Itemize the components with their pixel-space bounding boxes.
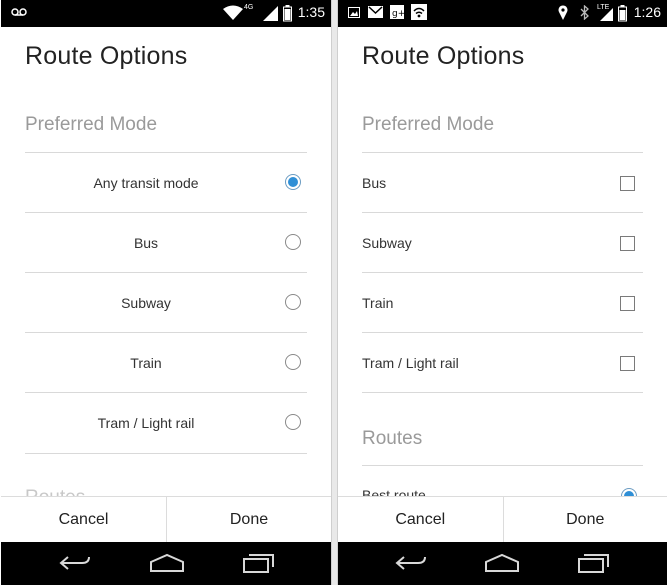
back-icon[interactable] bbox=[58, 553, 92, 573]
screen-separator bbox=[331, 0, 338, 585]
svg-text:g+: g+ bbox=[392, 9, 404, 19]
home-icon[interactable] bbox=[149, 553, 185, 573]
mode-label: Subway bbox=[362, 235, 412, 251]
radio-button[interactable] bbox=[285, 414, 301, 430]
done-button[interactable]: Done bbox=[502, 497, 667, 542]
divider bbox=[362, 392, 643, 393]
checkbox[interactable] bbox=[620, 296, 635, 311]
wifi-icon bbox=[411, 4, 427, 20]
mode-option-tram[interactable]: Tram / Light rail bbox=[25, 393, 307, 453]
mode-option-train[interactable]: Train bbox=[25, 333, 307, 393]
action-bar: Cancel Done bbox=[338, 496, 667, 542]
route-options-panel: Route Options Preferred Mode Any transit… bbox=[1, 27, 331, 542]
recent-apps-icon[interactable] bbox=[578, 553, 610, 573]
cell-signal-icon bbox=[600, 8, 613, 21]
voicemail-icon bbox=[11, 8, 27, 16]
preferred-mode-header: Preferred Mode bbox=[362, 114, 495, 135]
clock: 1:26 bbox=[633, 4, 661, 20]
action-bar: Cancel Done bbox=[1, 496, 331, 542]
radio-button[interactable] bbox=[285, 234, 301, 250]
wifi-icon bbox=[223, 5, 243, 20]
divider bbox=[25, 453, 307, 454]
mode-label: Tram / Light rail bbox=[97, 415, 195, 431]
preferred-mode-header: Preferred Mode bbox=[25, 114, 158, 135]
cancel-button[interactable]: Cancel bbox=[1, 497, 166, 542]
navigation-bar bbox=[1, 542, 331, 585]
screen-left: 4G 1:35 Route Options Preferred Mode Any… bbox=[1, 0, 331, 585]
screen-right: g+ LTE 1:26 Route Options Preferred Mode bbox=[338, 0, 667, 585]
checkbox[interactable] bbox=[620, 236, 635, 251]
page-title: Route Options bbox=[25, 42, 188, 70]
radio-button[interactable] bbox=[285, 174, 301, 190]
done-button[interactable]: Done bbox=[166, 497, 331, 542]
mode-label: Bus bbox=[133, 235, 159, 251]
location-pin-icon bbox=[558, 5, 568, 20]
google-plus-icon: g+ bbox=[390, 5, 404, 19]
cancel-button[interactable]: Cancel bbox=[338, 497, 503, 542]
mode-option-subway[interactable]: Subway bbox=[25, 273, 307, 333]
home-icon[interactable] bbox=[484, 553, 520, 573]
bluetooth-icon bbox=[580, 5, 589, 20]
gmail-icon bbox=[368, 6, 383, 18]
mode-option-any-transit[interactable]: Any transit mode bbox=[25, 153, 307, 213]
navigation-bar bbox=[338, 542, 667, 585]
mode-option-bus[interactable]: Bus bbox=[362, 153, 643, 213]
mode-option-train[interactable]: Train bbox=[362, 273, 643, 333]
mode-label: Any transit mode bbox=[93, 175, 199, 191]
mode-option-subway[interactable]: Subway bbox=[362, 213, 643, 273]
radio-button[interactable] bbox=[285, 354, 301, 370]
cell-signal-icon bbox=[263, 6, 278, 21]
radio-button[interactable] bbox=[285, 294, 301, 310]
checkbox[interactable] bbox=[620, 356, 635, 371]
status-bar: g+ LTE 1:26 bbox=[338, 0, 667, 27]
network-type-label: 4G bbox=[244, 4, 254, 11]
mode-label: Subway bbox=[121, 295, 171, 311]
checkbox[interactable] bbox=[620, 176, 635, 191]
back-icon[interactable] bbox=[394, 553, 428, 573]
battery-icon bbox=[283, 5, 292, 22]
image-notification-icon bbox=[348, 7, 360, 18]
mode-label: Bus bbox=[362, 175, 387, 191]
mode-label: Train bbox=[130, 355, 162, 371]
mode-label: Tram / Light rail bbox=[362, 355, 459, 371]
status-bar: 4G 1:35 bbox=[1, 0, 331, 27]
recent-apps-icon[interactable] bbox=[243, 553, 275, 573]
mode-label: Train bbox=[362, 295, 394, 311]
clock: 1:35 bbox=[297, 4, 325, 20]
routes-header: Routes bbox=[362, 428, 423, 449]
route-options-panel: Route Options Preferred Mode Bus Subway … bbox=[338, 27, 667, 542]
mode-option-bus[interactable]: Bus bbox=[25, 213, 307, 273]
page-title: Route Options bbox=[362, 42, 525, 70]
mode-option-tram[interactable]: Tram / Light rail bbox=[362, 333, 643, 393]
battery-icon bbox=[618, 5, 627, 22]
